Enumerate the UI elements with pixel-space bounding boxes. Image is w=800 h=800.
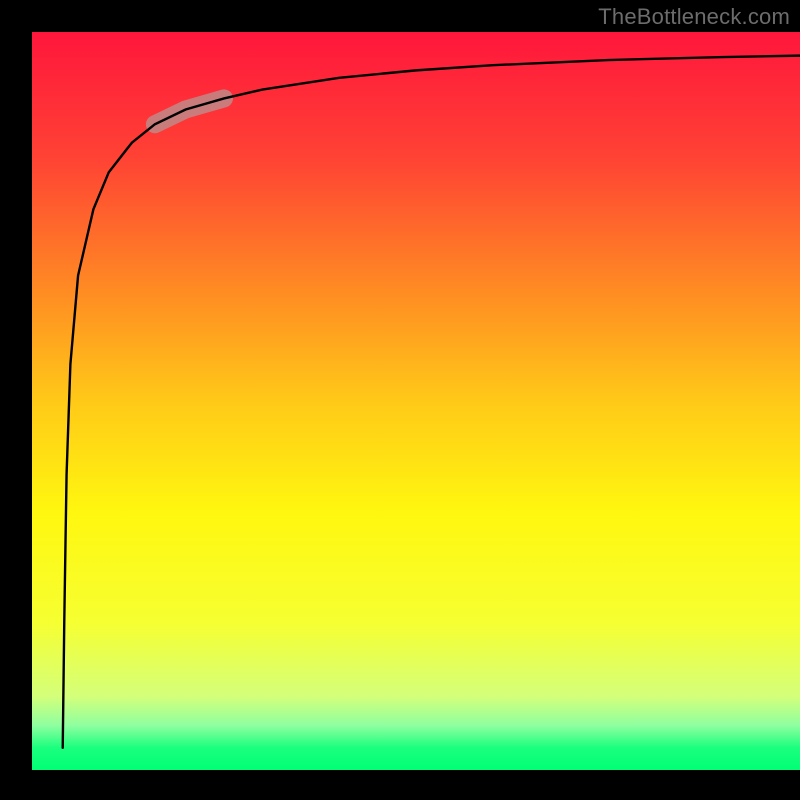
watermark-text: TheBottleneck.com — [598, 4, 790, 30]
plot-area — [32, 32, 800, 770]
chart-container: TheBottleneck.com — [0, 0, 800, 800]
curve-line — [63, 56, 800, 748]
curve-layer — [32, 32, 800, 770]
